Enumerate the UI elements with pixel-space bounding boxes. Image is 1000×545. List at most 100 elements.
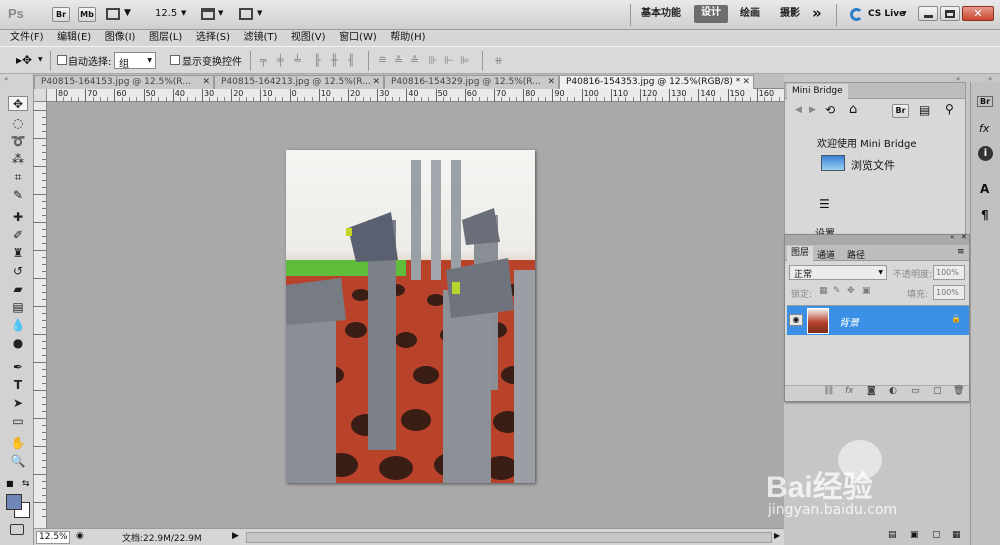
menu-layer[interactable]: 图层(L) <box>149 30 182 46</box>
link-layers-icon[interactable]: ⛓ <box>823 386 834 396</box>
brush-tool[interactable]: ✐ <box>8 228 28 243</box>
panel-close-icon[interactable]: ✕ <box>961 233 967 241</box>
layer-name[interactable]: 背景 <box>839 314 859 329</box>
default-colors-icon[interactable]: ■ <box>6 479 14 488</box>
menu-help[interactable]: 帮助(H) <box>390 30 425 46</box>
crop-tool[interactable]: ⌗ <box>8 170 28 185</box>
chevron-down-icon[interactable]: ▼ <box>124 8 131 18</box>
minimize-button[interactable] <box>918 6 938 21</box>
mini-bridge-button[interactable]: Mb <box>78 7 96 22</box>
menu-edit[interactable]: 编辑(E) <box>57 30 91 46</box>
recent-folders-icon[interactable]: ⟲ <box>825 103 835 117</box>
path-selection-tool[interactable]: ➤ <box>8 396 28 411</box>
bridge-button[interactable]: Br <box>52 7 70 22</box>
menu-select[interactable]: 选择(S) <box>196 30 230 46</box>
move-tool-preset-icon[interactable]: ▸✥ <box>16 53 32 67</box>
menu-image[interactable]: 图像(I) <box>105 30 136 46</box>
cs-live-icon[interactable] <box>850 8 863 21</box>
new-group-icon[interactable]: ▭ <box>911 386 920 396</box>
zoom-tool[interactable]: 🔍 <box>8 454 28 469</box>
settings-icon[interactable]: ☰ <box>819 197 830 211</box>
tab-layers[interactable]: 图层 <box>787 246 814 261</box>
align-right-icon[interactable]: ╢ <box>348 54 355 67</box>
distribute-top-icon[interactable]: ≘ <box>378 54 387 67</box>
zoom-level-select[interactable]: 12.5 <box>155 8 177 19</box>
layer-row-background[interactable]: ◉ 背景 🔒 <box>787 305 969 335</box>
horizontal-scrollbar[interactable] <box>246 532 772 543</box>
workspace-painting[interactable]: 绘画 <box>740 6 760 22</box>
mini-bridge-dock-icon[interactable]: Br <box>977 96 994 107</box>
foreground-color-swatch[interactable] <box>6 494 22 510</box>
document-image[interactable] <box>286 150 535 483</box>
fill-field[interactable]: 100% <box>933 285 965 300</box>
menu-window[interactable]: 窗口(W) <box>339 30 377 46</box>
new-layer-icon[interactable]: ▢ <box>933 386 942 396</box>
distribute-left-icon[interactable]: ⊪ <box>428 54 438 67</box>
align-vcenter-icon[interactable]: ╪ <box>277 54 284 67</box>
chevron-down-icon[interactable]: ▼ <box>218 9 223 17</box>
adjustment-layer-icon[interactable]: ◐ <box>889 386 897 396</box>
align-left-icon[interactable]: ╟ <box>314 54 321 67</box>
document-tab[interactable]: P40815-164153.jpg @ 12.5%(R... ✕ <box>34 75 214 89</box>
lock-image-icon[interactable]: ✎ <box>833 286 841 296</box>
go-to-bridge-button[interactable]: Br <box>892 104 909 118</box>
mini-bridge-tab[interactable]: Mini Bridge <box>787 84 848 99</box>
view-extras-icon[interactable] <box>106 8 120 20</box>
character-panel-icon[interactable]: A <box>980 182 989 196</box>
pen-tool[interactable]: ✒ <box>8 360 28 375</box>
status-info-icon[interactable]: ◉ <box>76 531 84 541</box>
visibility-eye-icon[interactable]: ◉ <box>789 314 803 326</box>
document-tab[interactable]: P40816-154329.jpg @ 12.5%(R... ✕ <box>384 75 559 89</box>
distribute-vcenter-icon[interactable]: ≚ <box>394 54 403 67</box>
hand-tool[interactable]: ✋ <box>8 436 28 451</box>
workspace-design-active[interactable]: 设计 <box>694 5 728 23</box>
canvas-area[interactable] <box>47 102 784 528</box>
distribute-right-icon[interactable]: ⊫ <box>460 54 470 67</box>
distribute-hcenter-icon[interactable]: ⊩ <box>444 54 454 67</box>
status-menu-arrow-icon[interactable]: ▶ <box>232 531 239 541</box>
type-tool[interactable]: T <box>8 378 28 393</box>
layer-mask-icon[interactable]: ◙ <box>867 386 876 396</box>
chevron-down-icon[interactable]: ▼ <box>38 56 43 63</box>
quick-mask-icon[interactable] <box>10 524 24 535</box>
browse-files-icon[interactable] <box>821 155 845 171</box>
workspace-essentials[interactable]: 基本功能 <box>641 6 681 22</box>
lasso-tool[interactable]: ➰ <box>8 134 28 149</box>
dock-bottom-icon[interactable]: ▤ <box>888 530 897 540</box>
blur-tool[interactable]: 💧 <box>8 318 28 333</box>
forward-icon[interactable]: ▶ <box>809 105 816 115</box>
delete-layer-icon[interactable]: 🗑 <box>953 386 964 396</box>
close-button[interactable]: ✕ <box>962 6 994 21</box>
back-icon[interactable]: ◀ <box>795 105 802 115</box>
tab-paths[interactable]: 路径 <box>847 248 865 261</box>
move-tool[interactable]: ✥ <box>8 96 28 111</box>
dodge-tool[interactable]: ● <box>8 336 28 351</box>
menu-view[interactable]: 视图(V) <box>291 30 326 46</box>
eyedropper-tool[interactable]: ✎ <box>8 188 28 203</box>
auto-select-checkbox[interactable] <box>57 55 67 65</box>
layer-style-icon[interactable]: fx <box>845 386 854 396</box>
zoom-field[interactable]: 12.5% <box>36 531 70 544</box>
align-bottom-icon[interactable]: ╧ <box>294 54 301 67</box>
rectangle-tool[interactable]: ▭ <box>8 414 28 429</box>
close-icon[interactable]: ✕ <box>202 76 210 89</box>
quick-selection-tool[interactable]: ⁂ <box>8 152 28 167</box>
align-hcenter-icon[interactable]: ╫ <box>331 54 338 67</box>
panel-collapse-icon[interactable]: « <box>950 233 954 241</box>
panel-menu-icon[interactable]: ≡ <box>957 247 965 257</box>
opacity-field[interactable]: 100% <box>933 265 965 280</box>
more-workspaces-button[interactable]: » <box>812 4 822 22</box>
gradient-tool[interactable]: ▤ <box>8 300 28 315</box>
show-transform-checkbox[interactable] <box>170 55 180 65</box>
close-icon[interactable]: ✕ <box>547 76 555 89</box>
dock-bottom-icon[interactable]: ▣ <box>910 530 919 540</box>
align-top-icon[interactable]: ╤ <box>260 54 267 67</box>
eraser-tool[interactable]: ▰ <box>8 282 28 297</box>
distribute-bottom-icon[interactable]: ≙ <box>410 54 419 67</box>
panel-collapse-icon[interactable]: » <box>4 75 8 83</box>
browse-files-link[interactable]: 浏览文件 <box>851 157 895 173</box>
ruler-origin[interactable] <box>34 89 47 102</box>
clone-stamp-tool[interactable]: ♜ <box>8 246 28 261</box>
auto-select-dropdown[interactable]: 组 ▼ <box>114 52 156 70</box>
paragraph-panel-icon[interactable]: ¶ <box>981 208 989 222</box>
